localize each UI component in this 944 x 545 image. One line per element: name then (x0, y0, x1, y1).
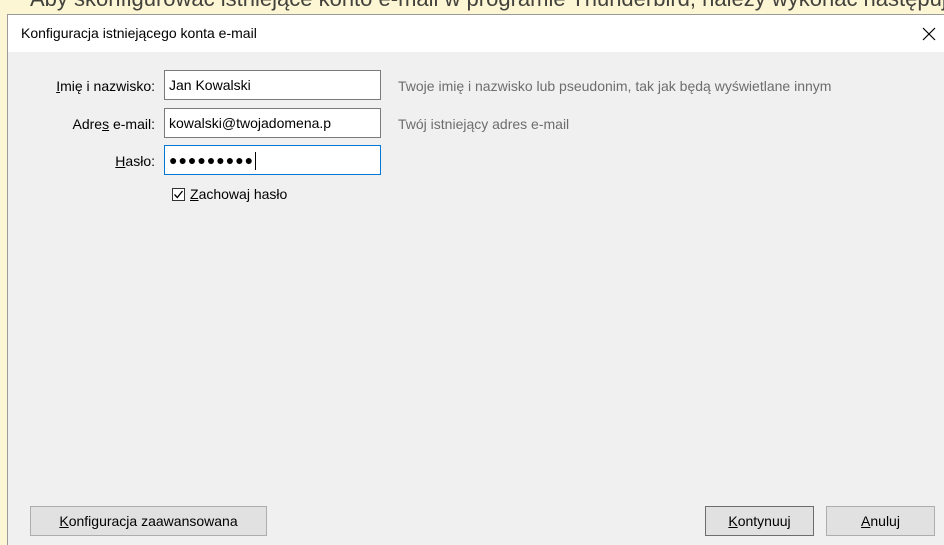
checkmark-icon (174, 190, 184, 198)
checkbox-box[interactable] (172, 187, 185, 201)
password-field[interactable]: ●●●●●●●●● (164, 145, 381, 175)
email-label: Adres e-mail: (72, 116, 155, 132)
cancel-button[interactable]: Anuluj (826, 506, 935, 536)
password-value: ●●●●●●●●● (169, 152, 255, 168)
email-value: kowalski@twojadomena.p (169, 115, 332, 131)
dialog-titlebar: Konfiguracja istniejącego konta e-mail (8, 15, 944, 52)
close-icon (922, 27, 936, 41)
name-field[interactable]: Jan Kowalski (164, 70, 381, 100)
account-setup-dialog: Konfiguracja istniejącego konta e-mail I… (7, 14, 944, 545)
background-text: Aby skonfigurować istniejące konto e-mai… (30, 0, 944, 12)
email-hint: Twój istniejący adres e-mail (398, 116, 570, 132)
dialog-title: Konfiguracja istniejącego konta e-mail (21, 25, 257, 41)
advanced-config-button[interactable]: Konfiguracja zaawansowana (30, 506, 267, 536)
name-hint: Twoje imię i nazwisko lub pseudonim, tak… (398, 78, 832, 94)
remember-password-label: Zachowaj hasło (190, 186, 288, 202)
remember-password-checkbox[interactable]: Zachowaj hasło (172, 186, 287, 202)
close-button[interactable] (914, 15, 944, 52)
text-caret (255, 152, 257, 171)
name-value: Jan Kowalski (169, 77, 251, 93)
name-label: Imię i nazwisko: (56, 78, 155, 94)
email-field[interactable]: kowalski@twojadomena.p (164, 108, 381, 138)
continue-button[interactable]: Kontynuuj (705, 506, 814, 536)
password-label: Hasło: (115, 153, 155, 169)
